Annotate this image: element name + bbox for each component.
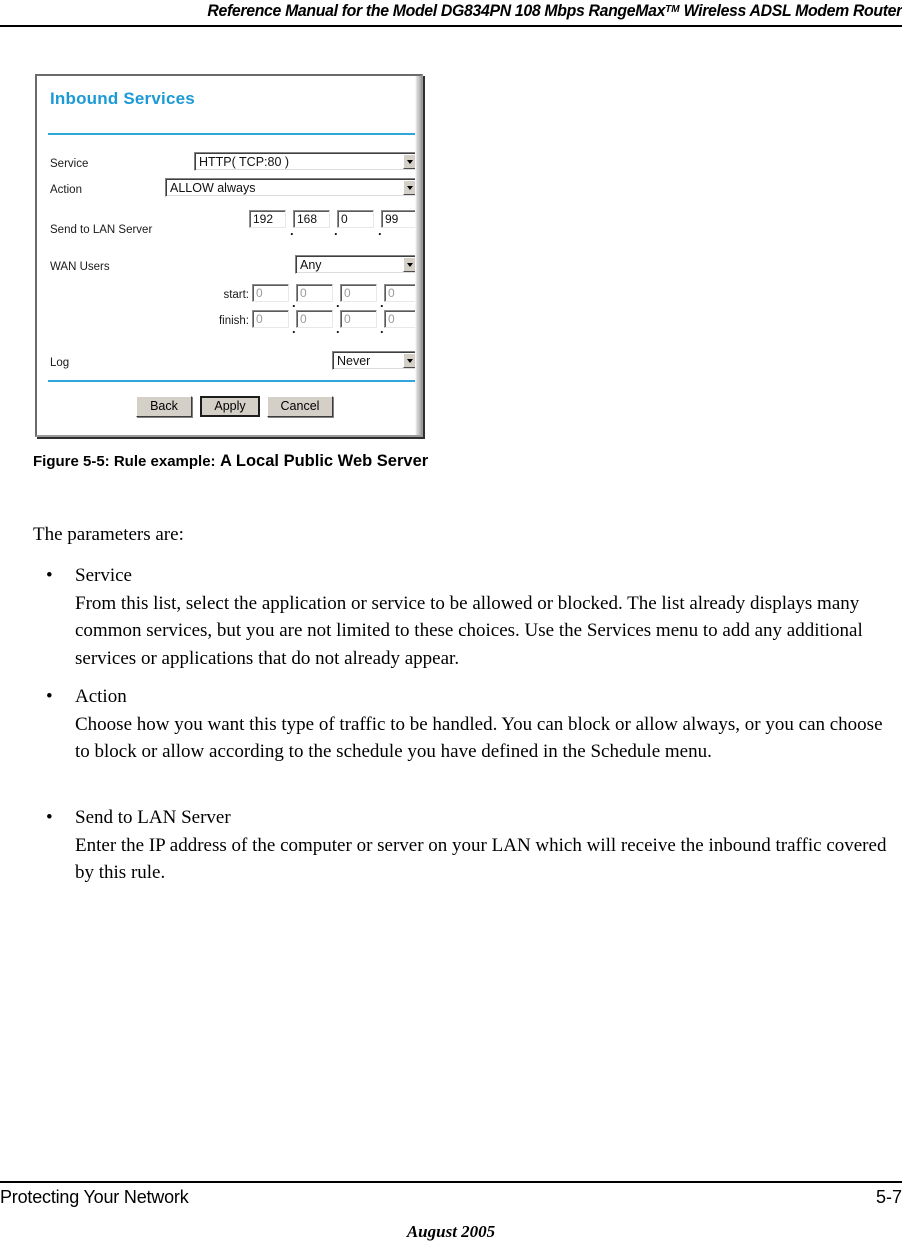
lan-server-octet-2[interactable]: 168 [293,210,330,228]
service-select-value: HTTP( TCP:80 ) [199,155,290,169]
wan-finish-octet-3-value: 0 [344,312,351,326]
lan-server-octet-3[interactable]: 0 [337,210,374,228]
wan-users-select[interactable]: Any [295,255,420,274]
panel-title: Inbound Services [50,89,195,108]
list-item: • Action Choose how you want this type o… [46,683,902,766]
wan-start-octet-4-value: 0 [388,286,395,300]
figure-title: A Local Public Web Server [220,452,429,470]
inbound-services-panel: Inbound Services Service HTTP( TCP:80 ) … [37,76,421,435]
wan-start-octet-3[interactable]: 0 [340,284,377,302]
send-to-lan-server-label: Send to LAN Server [50,224,153,236]
back-button[interactable]: Back [136,396,192,417]
wan-finish-label: finish: [218,315,249,327]
wan-users-label: WAN Users [50,261,110,273]
cancel-button[interactable]: Cancel [267,396,333,417]
wan-start-octet-1[interactable]: 0 [252,284,289,302]
wan-start-octet-1-value: 0 [256,286,263,300]
wan-finish-octet-2[interactable]: 0 [296,310,333,328]
bullet-marker: • [46,807,53,828]
lan-server-octet-1-value: 192 [253,212,274,226]
bullet-description: Choose how you want this type of traffic… [75,713,883,763]
bullet-marker: • [46,686,53,707]
log-select-value: Never [337,354,371,368]
inbound-services-screenshot: Inbound Services Service HTTP( TCP:80 ) … [35,74,423,437]
action-select-value: ALLOW always [170,181,256,195]
bullet-term: Action [75,686,127,707]
wan-finish-octet-3[interactable]: 0 [340,310,377,328]
lan-server-octet-4[interactable]: 99 [381,210,418,228]
lead-paragraph: The parameters are: [33,524,184,545]
footer-divider [0,1181,902,1183]
lan-server-octet-3-value: 0 [341,212,348,226]
footer-chapter: Protecting Your Network [0,1187,189,1207]
wan-finish-octet-2-value: 0 [300,312,307,326]
wan-start-octet-2[interactable]: 0 [296,284,333,302]
wan-finish-octet-4-value: 0 [388,312,395,326]
page-header-title-main: Reference Manual for the Model DG834PN 1… [207,1,666,20]
page-header-title-tail: Wireless ADSL Modem Router [679,1,902,20]
bullet-term: Service [75,565,132,586]
service-label: Service [50,158,89,170]
footer-page-number: 5-7 [875,1187,902,1207]
figure-number: Figure 5-5: Rule example: [33,453,216,470]
wan-finish-octet-1-value: 0 [256,312,263,326]
bullet-marker: • [46,565,53,586]
wan-start-octet-2-value: 0 [300,286,307,300]
wan-start-label: start: [223,289,249,301]
log-label: Log [50,357,70,369]
service-select[interactable]: HTTP( TCP:80 ) [194,152,420,171]
bullet-description: Enter the IP address of the computer or … [75,834,887,884]
lan-server-octet-1[interactable]: 192 [249,210,286,228]
action-select[interactable]: ALLOW always [165,178,420,197]
list-item: • Send to LAN Server Enter the IP addres… [46,804,902,887]
bullet-description: From this list, select the application o… [75,592,863,669]
lan-server-octet-4-value: 99 [385,212,399,226]
figure-caption: Figure 5-5: Rule example: A Local Public… [33,452,428,471]
wan-start-octet-3-value: 0 [344,286,351,300]
panel-top-divider [48,133,419,135]
header-divider [0,25,902,27]
apply-button[interactable]: Apply [200,396,260,417]
trademark-symbol: TM [665,3,680,15]
panel-bottom-divider [48,380,419,382]
wan-finish-octet-1[interactable]: 0 [252,310,289,328]
page-header-title: Reference Manual for the Model DG834PN 1… [207,1,902,21]
list-item: • Service From this list, select the app… [46,562,902,672]
lan-server-octet-2-value: 168 [297,212,318,226]
page-header: Reference Manual for the Model DG834PN 1… [0,0,902,30]
wan-users-select-value: Any [300,258,322,272]
bullet-term: Send to LAN Server [75,807,231,828]
log-select[interactable]: Never [332,351,420,370]
panel-right-gutter [415,76,421,435]
action-label: Action [50,184,82,196]
footer-date: August 2005 [406,1222,496,1241]
